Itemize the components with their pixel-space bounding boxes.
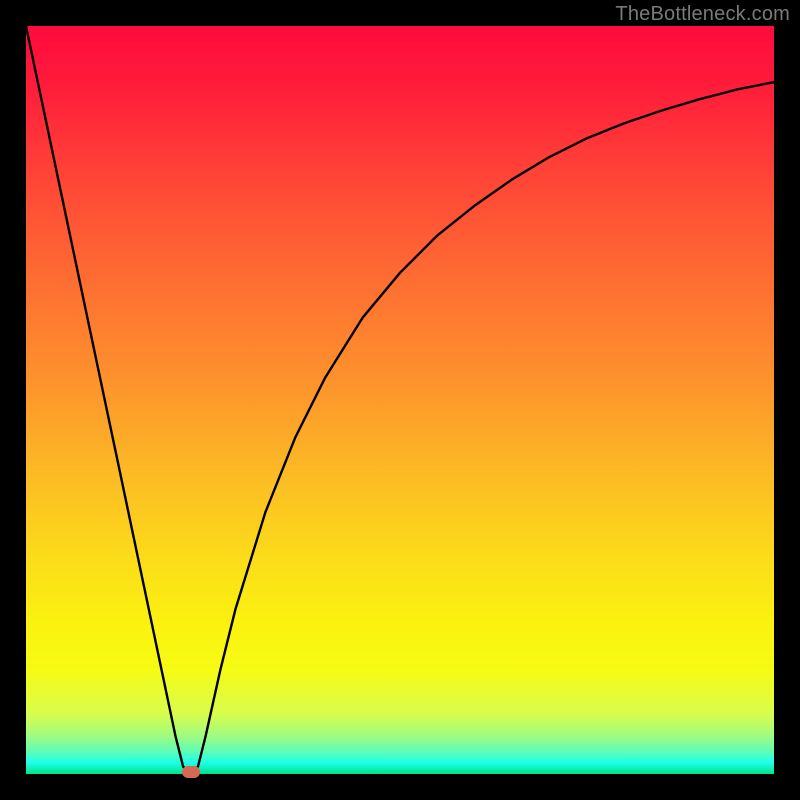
dip-marker (182, 766, 200, 778)
bottleneck-curve (26, 26, 774, 774)
chart-frame: TheBottleneck.com (0, 0, 800, 800)
plot-area (26, 26, 774, 774)
curve-layer (26, 26, 774, 774)
attribution-text: TheBottleneck.com (615, 3, 790, 26)
